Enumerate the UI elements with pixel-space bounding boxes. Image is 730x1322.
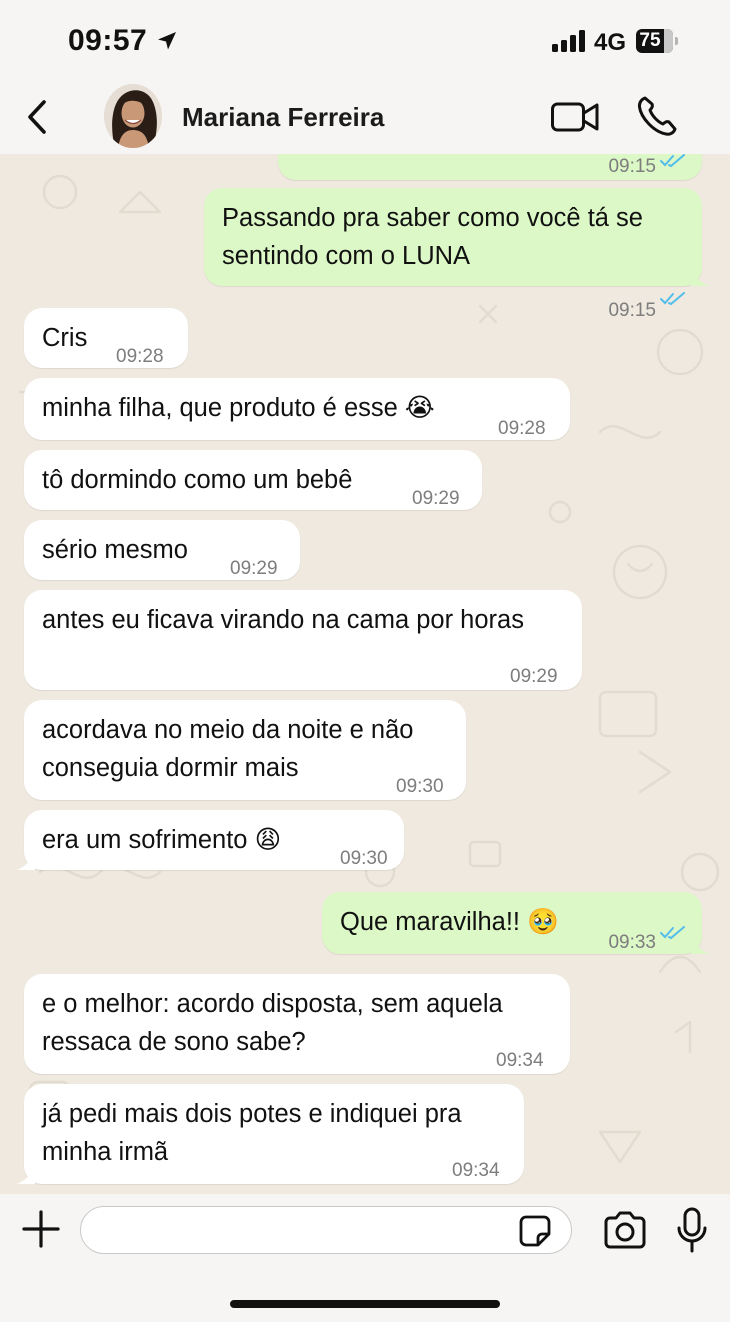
message-time: 09:28 [498, 418, 546, 439]
message-line: e o melhor: acordo disposta, sem aquela [42, 990, 503, 1018]
chat-area[interactable]: Oi Mari! Tudo bem? 😊 09:15 Passando pra … [0, 152, 730, 1194]
message-time: 09:29 [510, 666, 558, 687]
microphone-icon[interactable] [676, 1206, 708, 1254]
bubble-tail [17, 1164, 35, 1184]
message-time: 09:29 [230, 558, 278, 579]
message-line: acordava no meio da noite e não [42, 716, 414, 744]
message-text: acordava no meio da noite e não consegui… [42, 711, 413, 787]
message-incoming[interactable]: sério mesmo 09:29 [24, 520, 300, 580]
bubble-tail [691, 266, 709, 286]
message-time: 09:28 [116, 346, 164, 367]
message-incoming[interactable]: acordava no meio da noite e não consegui… [24, 700, 466, 800]
bubble-tail [691, 934, 709, 954]
message-text: tô dormindo como um bebê [42, 466, 353, 494]
bubble-tail [17, 850, 35, 870]
message-text: Passando pra saber como você tá se senti… [222, 199, 643, 275]
sticker-icon[interactable] [518, 1214, 552, 1248]
chat-header: Mariana Ferreira [0, 80, 730, 154]
message-time: 09:29 [412, 488, 460, 509]
plus-icon[interactable] [20, 1208, 62, 1250]
camera-icon[interactable] [602, 1210, 648, 1250]
contact-name[interactable]: Mariana Ferreira [182, 102, 384, 133]
message-line: minha irmã [42, 1138, 169, 1166]
home-indicator [230, 1300, 500, 1308]
message-time: 09:15 [608, 156, 656, 177]
message-incoming[interactable]: Cris 09:28 [24, 308, 188, 368]
message-incoming[interactable]: tô dormindo como um bebê 09:29 [24, 450, 482, 510]
message-text: minha filha, que produto é esse 😭 [42, 394, 435, 422]
message-text: Cris [42, 324, 88, 352]
message-outgoing[interactable]: Passando pra saber como você tá se senti… [204, 188, 709, 321]
message-line: Passando pra saber como você tá se [222, 204, 643, 232]
message-time: 09:15 [608, 300, 656, 321]
message-time: 09:33 [608, 932, 656, 953]
message-line: ressaca de sono sabe? [42, 1028, 306, 1056]
message-line: sentindo com o LUNA [222, 242, 471, 270]
message-text: antes eu ficava virando na cama por hora… [42, 606, 524, 634]
message-text: Que maravilha!! 🥹 [340, 908, 559, 936]
read-receipt-icon [660, 292, 685, 306]
message-input[interactable] [80, 1206, 572, 1254]
input-bar [0, 1194, 730, 1322]
battery-icon: 75 [636, 29, 678, 53]
message-text: já pedi mais dois potes e indiquei pra m… [42, 1095, 462, 1171]
message-incoming[interactable]: era um sofrimento 😩 09:30 [17, 810, 404, 870]
phone-icon[interactable] [636, 94, 678, 138]
message-outgoing[interactable]: Que maravilha!! 🥹 09:33 [322, 892, 709, 954]
message-incoming[interactable]: antes eu ficava virando na cama por hora… [24, 590, 582, 690]
read-receipt-icon [660, 926, 685, 940]
message-time: 09:34 [496, 1050, 544, 1071]
network-type: 4G [594, 29, 627, 56]
message-time: 09:30 [340, 848, 388, 869]
read-receipt-icon [660, 154, 685, 168]
battery-percentage: 75 [639, 30, 661, 51]
message-line: conseguia dormir mais [42, 754, 299, 782]
avatar[interactable] [104, 84, 162, 148]
message-time: 09:34 [452, 1160, 500, 1181]
message-outgoing[interactable]: Oi Mari! Tudo bem? 😊 09:15 [278, 152, 702, 180]
status-time: 09:57 [68, 24, 148, 57]
message-text: e o melhor: acordo disposta, sem aquela … [42, 985, 503, 1061]
message-incoming[interactable]: já pedi mais dois potes e indiquei pra m… [17, 1084, 524, 1184]
status-bar: 09:57 4G 75 [0, 0, 730, 80]
cellular-signal-icon [552, 30, 585, 52]
video-camera-icon[interactable] [550, 98, 600, 136]
location-arrow-icon [158, 32, 176, 50]
back-chevron-icon[interactable] [20, 96, 56, 138]
message-text: era um sofrimento 😩 [42, 826, 282, 854]
message-line: já pedi mais dois potes e indiquei pra [42, 1100, 462, 1128]
message-incoming[interactable]: e o melhor: acordo disposta, sem aquela … [24, 974, 570, 1074]
message-time: 09:30 [396, 776, 444, 797]
message-incoming[interactable]: minha filha, que produto é esse 😭 09:28 [24, 378, 570, 440]
message-text: sério mesmo [42, 536, 188, 564]
